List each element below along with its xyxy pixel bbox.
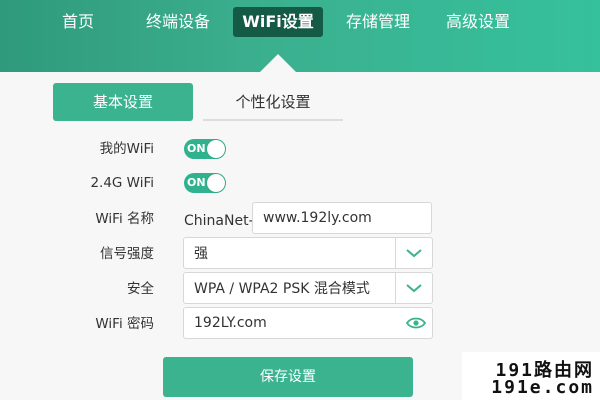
security-select[interactable]: WPA / WPA2 PSK 混合模式: [183, 272, 433, 304]
site-watermark: 191路由网 191e.com: [462, 352, 600, 400]
select-divider: [395, 273, 396, 303]
nav-devices[interactable]: 终端设备: [136, 7, 220, 37]
security-label: 安全: [127, 281, 154, 297]
signal-strength-label: 信号强度: [100, 246, 154, 262]
signal-strength-select[interactable]: 强: [183, 237, 433, 269]
save-settings-button[interactable]: 保存设置: [163, 357, 413, 397]
select-divider: [395, 238, 396, 268]
wifi-password-input[interactable]: 192LY.com: [183, 307, 433, 339]
my-wifi-label: 我的WiFi: [99, 141, 154, 157]
wifi-24g-label: 2.4G WiFi: [90, 175, 154, 191]
watermark-line-2: 191e.com: [491, 377, 594, 398]
wifi-password-value: 192LY.com: [194, 315, 267, 331]
toggle-knob: [207, 174, 225, 192]
nav-storage[interactable]: 存储管理: [336, 7, 420, 37]
signal-strength-value: 强: [194, 246, 208, 262]
top-navigation-bar: 首页 终端设备 WiFi设置 存储管理 高级设置: [0, 0, 600, 72]
wifi-password-label: WiFi 密码: [95, 316, 154, 332]
wifi-24g-toggle[interactable]: ON: [184, 173, 226, 193]
toggle-knob: [207, 140, 225, 158]
chevron-down-icon: [406, 284, 422, 293]
tab-basic-settings[interactable]: 基本设置: [53, 83, 193, 121]
eye-icon[interactable]: [406, 316, 426, 330]
nav-home[interactable]: 首页: [52, 7, 104, 37]
wifi-name-label: WiFi 名称: [95, 211, 154, 227]
wifi-name-prefix: ChinaNet-: [184, 213, 254, 229]
toggle-on-text: ON: [187, 176, 206, 189]
my-wifi-toggle[interactable]: ON: [184, 139, 226, 159]
nav-advanced[interactable]: 高级设置: [436, 7, 520, 37]
nav-wifi-settings[interactable]: WiFi设置: [233, 7, 323, 37]
wifi-name-input[interactable]: www.192ly.com: [252, 202, 432, 234]
tab-personalize-settings[interactable]: 个性化设置: [203, 83, 343, 121]
toggle-on-text: ON: [187, 142, 206, 155]
active-nav-pointer: [260, 54, 296, 72]
security-value: WPA / WPA2 PSK 混合模式: [194, 281, 370, 297]
chevron-down-icon: [406, 249, 422, 258]
wifi-name-value: www.192ly.com: [263, 210, 372, 226]
